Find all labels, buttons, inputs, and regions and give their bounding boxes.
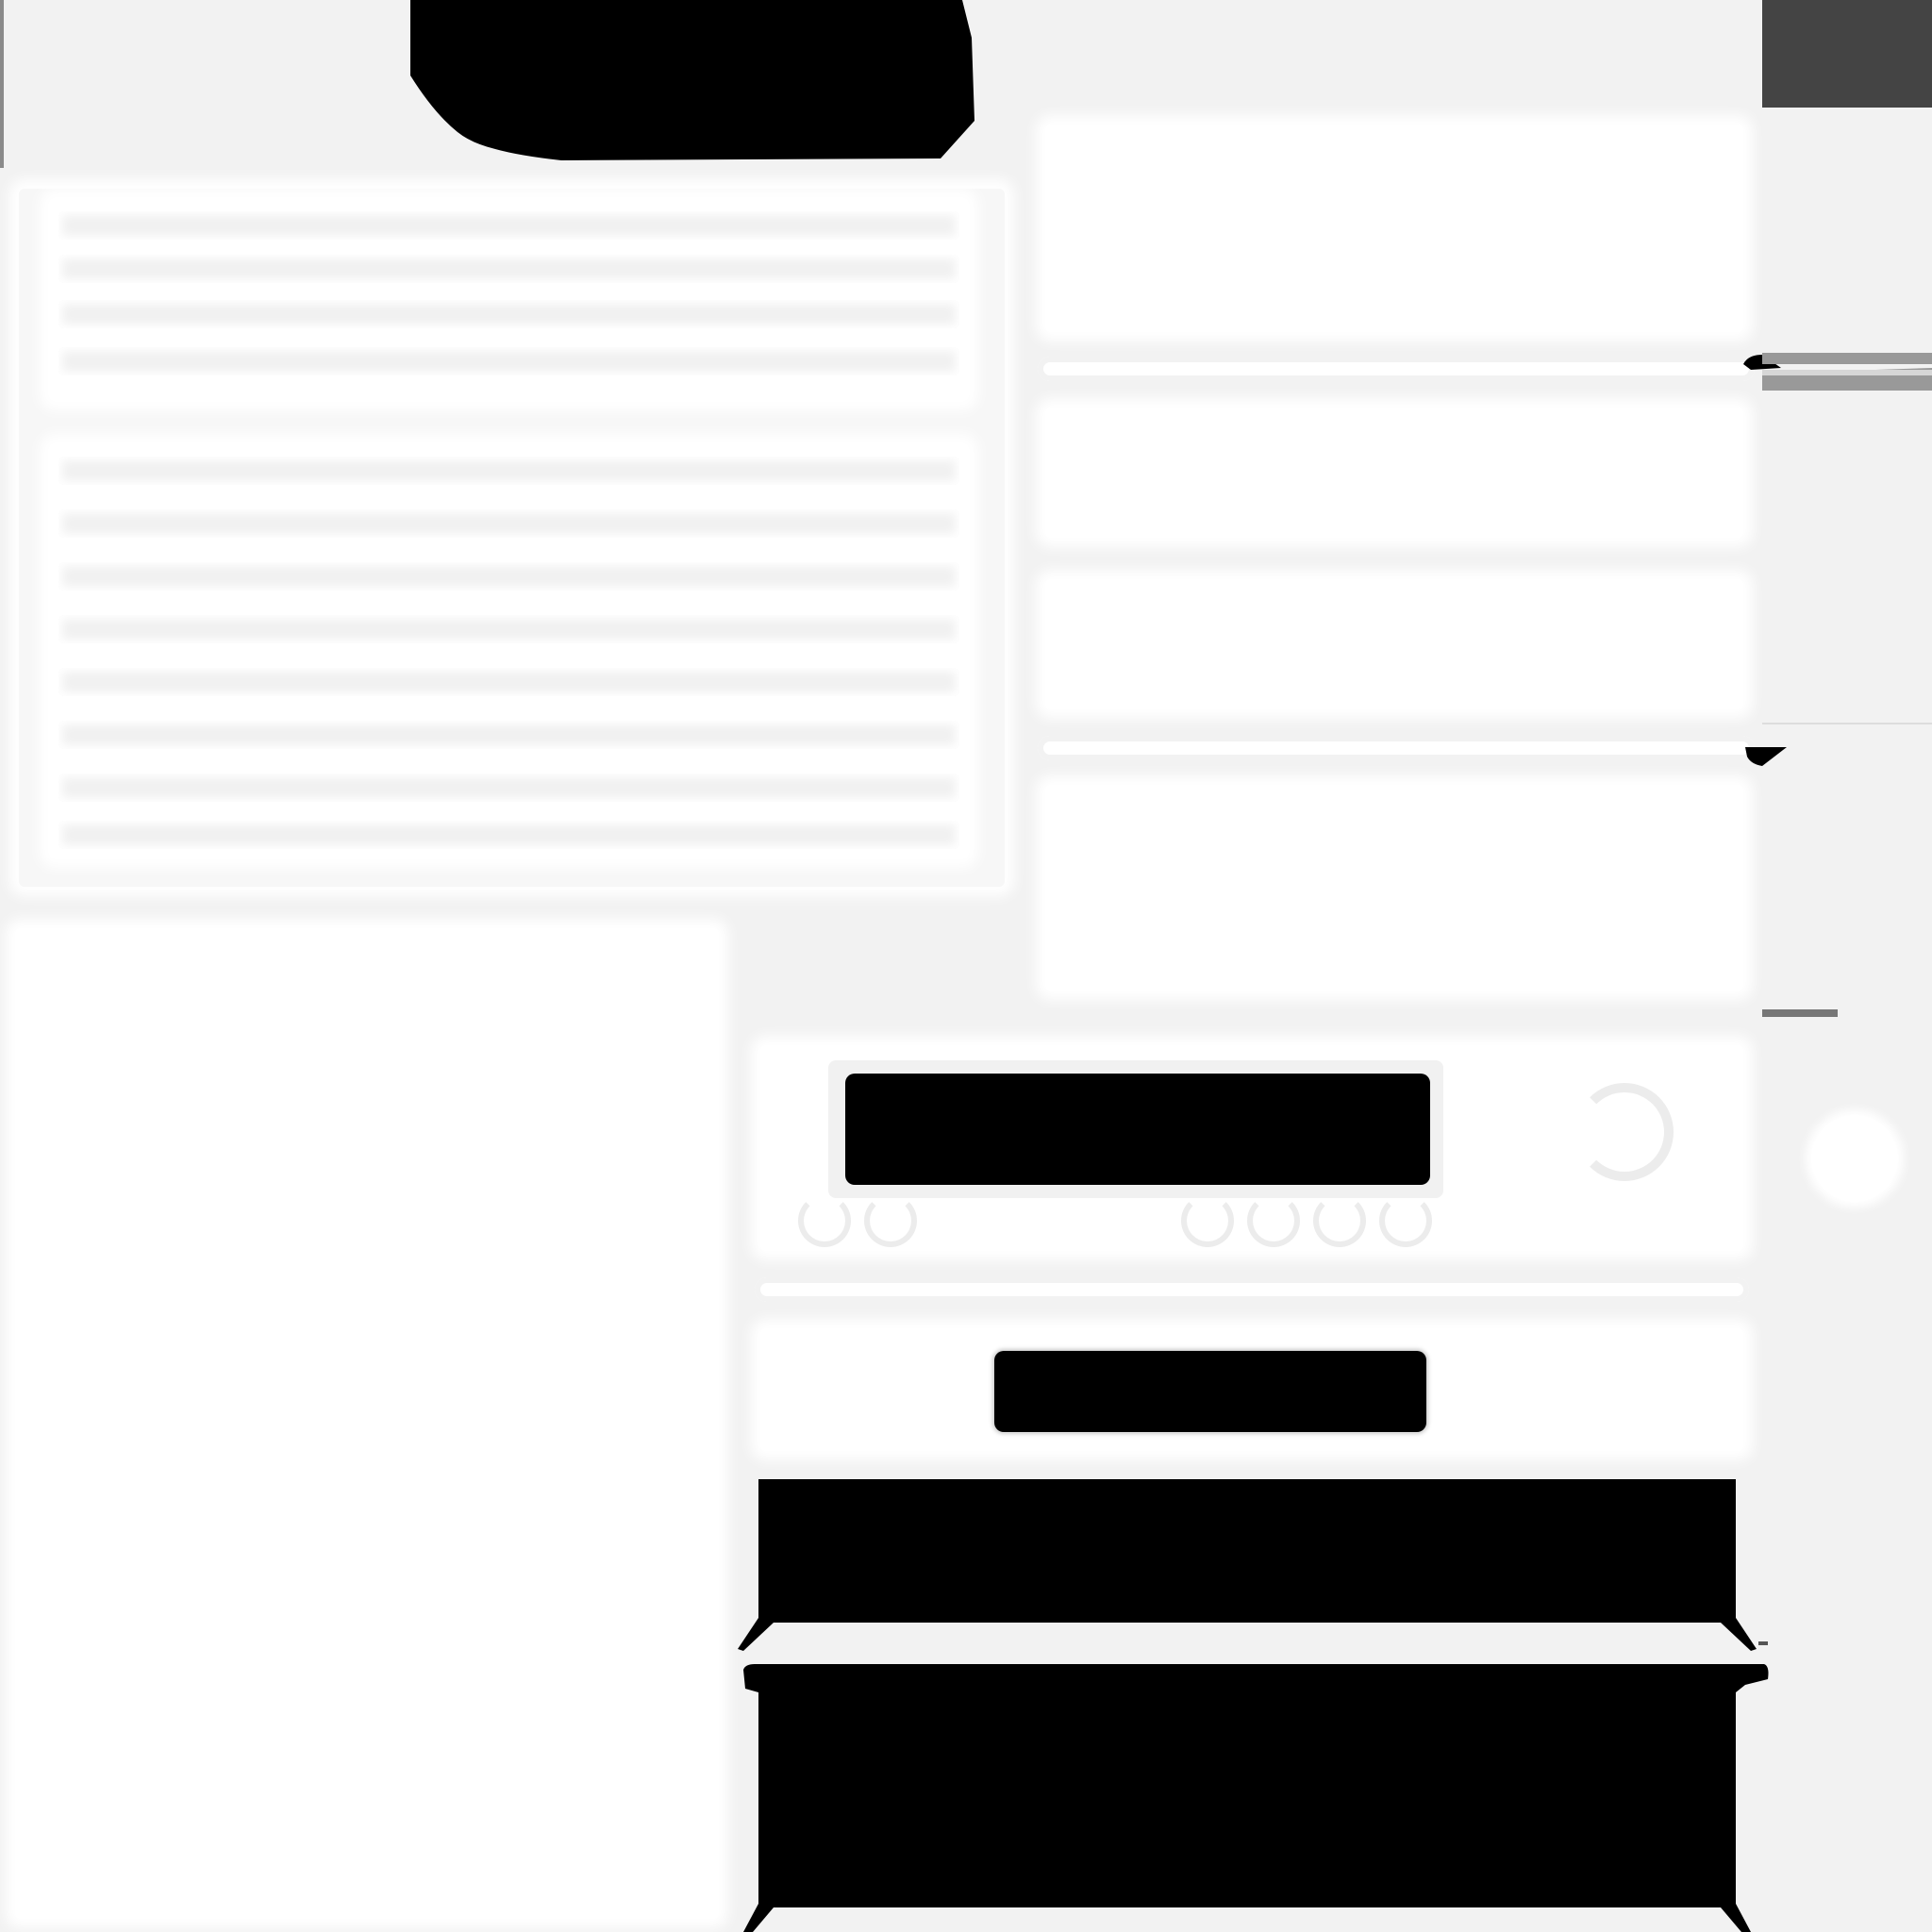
short-rule-right [1762,1009,1838,1017]
black-tray-2 [743,1664,1769,1932]
ribbed-panel-top [19,189,1005,887]
dial-knob [1575,1083,1674,1181]
divider-strip-3 [755,1277,1749,1302]
arrow-mark-1 [1743,353,1932,391]
knob-1 [798,1194,851,1247]
ribbed-group-1 [49,198,969,401]
knob-2 [864,1194,917,1247]
knob-5 [1313,1194,1366,1247]
white-panel-4 [1045,785,1743,991]
button-panel [760,1328,1743,1451]
thin-rule-right [1762,723,1932,724]
black-tray-1 [738,1479,1768,1651]
dark-corner-block [1762,0,1932,108]
display-screen [845,1074,1430,1185]
white-dot [1811,1115,1898,1202]
black-blob-shape [410,0,974,160]
white-panel-1 [1045,125,1743,332]
ribbed-group-2 [49,443,969,858]
white-panel-3 [1045,579,1743,709]
knob-3 [1181,1194,1234,1247]
divider-strip-1 [1038,357,1755,381]
knob-6 [1379,1194,1432,1247]
control-panel [760,1045,1743,1251]
black-block [994,1351,1426,1432]
white-panel-large [15,928,719,1919]
white-panel-2 [1045,408,1743,538]
divider-strip-2 [1038,736,1755,760]
edge-line [0,0,4,168]
knob-4 [1247,1194,1300,1247]
arrow-mark-2 [1745,747,1787,766]
